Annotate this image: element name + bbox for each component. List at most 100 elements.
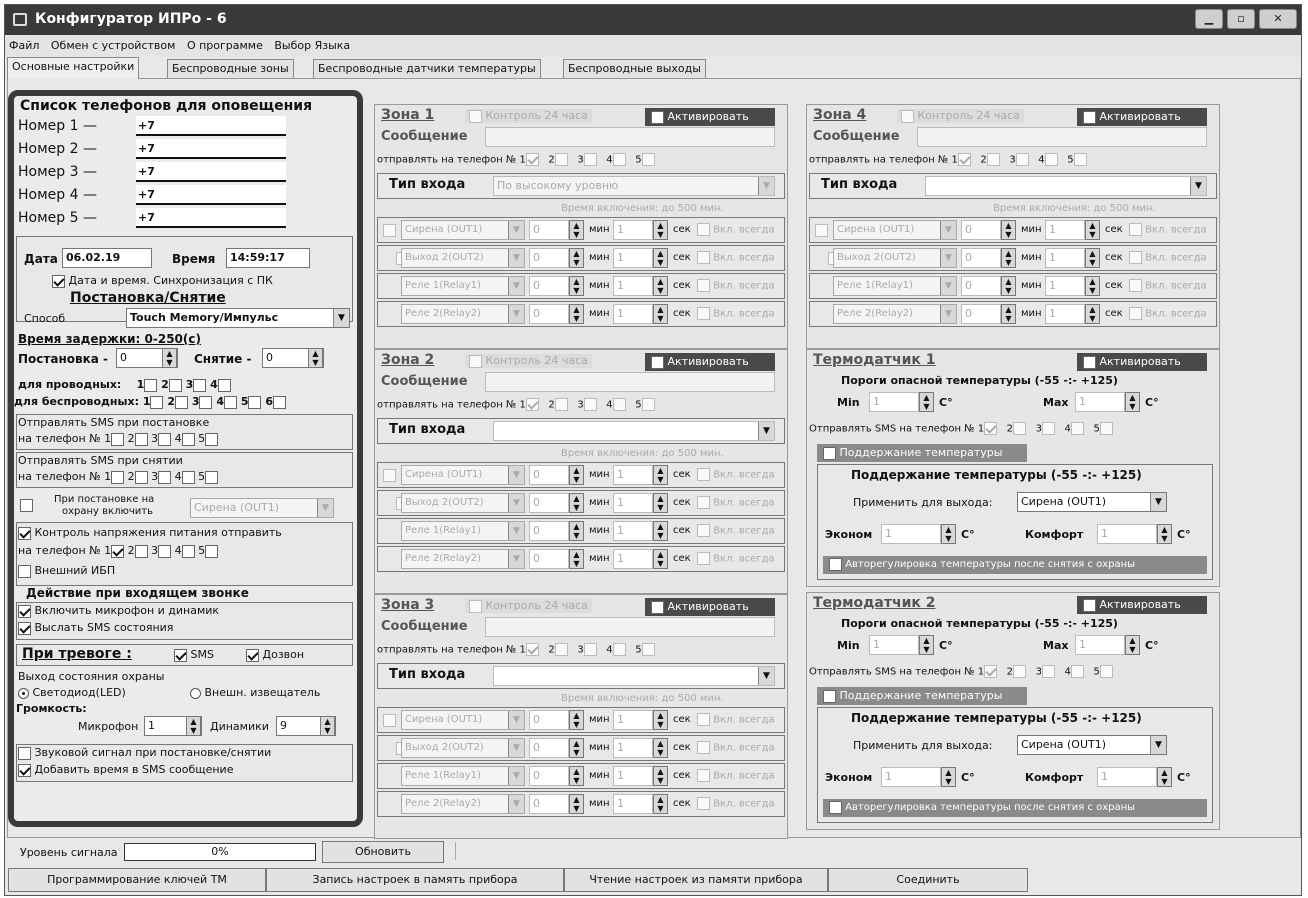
keep-temp-checkbox[interactable]	[823, 689, 836, 703]
arm-delay-spinner[interactable]: ▲ ▼	[162, 348, 177, 368]
on-arm-checkbox[interactable]	[20, 498, 33, 512]
econ-input[interactable]: 1	[881, 767, 941, 787]
sec-input[interactable]: 1	[613, 304, 653, 324]
min-spinner[interactable]: ▲ ▼	[1001, 220, 1016, 240]
always-checkbox[interactable]	[697, 797, 710, 810]
spk-spinner[interactable]: ▲ ▼	[320, 716, 335, 736]
min-input[interactable]: 0	[529, 248, 569, 268]
ups-checkbox[interactable]	[18, 564, 31, 578]
activate-checkbox[interactable]	[651, 110, 664, 124]
tab-wireless-outputs[interactable]: Беспроводные выходы	[563, 59, 706, 78]
min-input[interactable]: 0	[529, 521, 569, 541]
alarm-call-checkbox[interactable]	[246, 648, 259, 662]
output-select[interactable]: Выход 2(OUT2) ▼	[833, 248, 957, 268]
always-checkbox[interactable]	[697, 769, 710, 782]
always-checkbox[interactable]	[697, 307, 710, 320]
always-checkbox[interactable]	[1129, 279, 1142, 292]
wireless-checkbox-1[interactable]	[150, 395, 164, 409]
send-to-checkbox[interactable]	[1044, 153, 1058, 166]
ctrl24-checkbox[interactable]	[469, 109, 482, 123]
sec-input[interactable]: 1	[613, 220, 653, 240]
min-spinner[interactable]: ▲ ▼	[1001, 248, 1016, 268]
send-to-checkbox[interactable]	[612, 398, 626, 411]
sms-arm-checkbox-3[interactable]	[158, 432, 172, 446]
send-to-checkbox[interactable]	[554, 398, 568, 411]
econ-spinner[interactable]: ▲ ▼	[941, 524, 956, 544]
activate-checkbox[interactable]	[651, 600, 664, 614]
sec-input[interactable]: 1	[1045, 220, 1085, 240]
min-spinner[interactable]: ▲ ▼	[569, 276, 584, 296]
min-input[interactable]: 0	[529, 465, 569, 485]
output-checkbox[interactable]	[383, 223, 396, 237]
thermo-sms-checkbox[interactable]	[1041, 665, 1055, 678]
send-to-checkbox[interactable]	[554, 153, 568, 166]
sec-input[interactable]: 1	[613, 549, 653, 569]
disarm-delay-spinner[interactable]: ▲ ▼	[308, 348, 323, 368]
sound-checkbox[interactable]	[18, 746, 31, 760]
time-input[interactable]: 14:59:17	[226, 248, 310, 268]
send-to-checkbox[interactable]	[525, 643, 539, 656]
input-type-select[interactable]: ▼	[493, 666, 775, 686]
call-mic-checkbox[interactable]	[18, 604, 31, 618]
always-checkbox[interactable]	[697, 223, 710, 236]
thermo-sms-checkbox[interactable]	[1070, 422, 1084, 435]
sec-input[interactable]: 1	[613, 794, 653, 814]
sec-input[interactable]: 1	[613, 766, 653, 786]
activate-checkbox[interactable]	[651, 355, 664, 369]
sms-arm-checkbox-5[interactable]	[205, 432, 219, 446]
send-to-checkbox[interactable]	[641, 398, 655, 411]
input-type-select[interactable]: ▼	[493, 421, 775, 441]
sec-input[interactable]: 1	[613, 710, 653, 730]
min-spinner[interactable]: ▲ ▼	[569, 794, 584, 814]
always-checkbox[interactable]	[1129, 251, 1142, 264]
min-spinner[interactable]: ▲ ▼	[1001, 304, 1016, 324]
voltage-phone-checkbox-4[interactable]	[181, 544, 195, 558]
max-temp-spinner[interactable]: ▲ ▼	[1125, 392, 1140, 412]
min-input[interactable]: 0	[529, 794, 569, 814]
send-to-checkbox[interactable]	[641, 153, 655, 166]
sec-spinner[interactable]: ▲ ▼	[653, 549, 668, 569]
connect-button[interactable]: Соединить	[828, 868, 1028, 892]
phone-3-input[interactable]: +7	[136, 162, 286, 182]
send-to-checkbox[interactable]	[641, 643, 655, 656]
sec-spinner[interactable]: ▲ ▼	[653, 710, 668, 730]
output-checkbox[interactable]	[383, 713, 396, 727]
output-select[interactable]: Реле 2(Relay2) ▼	[401, 304, 525, 324]
output-select[interactable]: Выход 2(OUT2) ▼	[401, 493, 525, 513]
sms-disarm-checkbox-4[interactable]	[181, 470, 195, 484]
message-input[interactable]	[917, 127, 1207, 147]
send-to-checkbox[interactable]	[1015, 153, 1029, 166]
apply-output-select[interactable]: Сирена (OUT1) ▼	[1017, 492, 1167, 512]
sec-spinner[interactable]: ▲ ▼	[653, 304, 668, 324]
wired-checkbox-3[interactable]	[193, 378, 207, 392]
voltage-phone-checkbox-5[interactable]	[205, 544, 219, 558]
output-select[interactable]: Реле 2(Relay2) ▼	[401, 549, 525, 569]
min-input[interactable]: 0	[529, 549, 569, 569]
wired-checkbox-1[interactable]	[144, 378, 158, 392]
sms-arm-checkbox-4[interactable]	[181, 432, 195, 446]
send-to-checkbox[interactable]	[583, 643, 597, 656]
message-input[interactable]	[485, 372, 775, 392]
input-type-select[interactable]: По высокому уровню ▼	[493, 176, 775, 196]
comfort-spinner[interactable]: ▲ ▼	[1157, 524, 1172, 544]
output-select[interactable]: Сирена (OUT1) ▼	[833, 220, 957, 240]
send-to-checkbox[interactable]	[957, 153, 971, 166]
send-to-checkbox[interactable]	[583, 153, 597, 166]
send-to-checkbox[interactable]	[1073, 153, 1087, 166]
output-select[interactable]: Реле 1(Relay1) ▼	[401, 766, 525, 786]
activate-checkbox[interactable]	[1083, 110, 1096, 124]
econ-input[interactable]: 1	[881, 524, 941, 544]
comfort-input[interactable]: 1	[1097, 767, 1157, 787]
output-select[interactable]: Реле 2(Relay2) ▼	[833, 304, 957, 324]
always-checkbox[interactable]	[697, 713, 710, 726]
min-input[interactable]: 0	[961, 276, 1001, 296]
output-select[interactable]: Сирена (OUT1) ▼	[401, 220, 525, 240]
sec-spinner[interactable]: ▲ ▼	[1085, 220, 1100, 240]
thermo-sms-checkbox[interactable]	[984, 422, 998, 435]
output-select[interactable]: Реле 1(Relay1) ▼	[833, 276, 957, 296]
always-checkbox[interactable]	[697, 524, 710, 537]
output-select[interactable]: Выход 2(OUT2) ▼	[401, 738, 525, 758]
call-sms-checkbox[interactable]	[18, 621, 31, 635]
sec-spinner[interactable]: ▲ ▼	[653, 766, 668, 786]
min-input[interactable]: 0	[529, 710, 569, 730]
